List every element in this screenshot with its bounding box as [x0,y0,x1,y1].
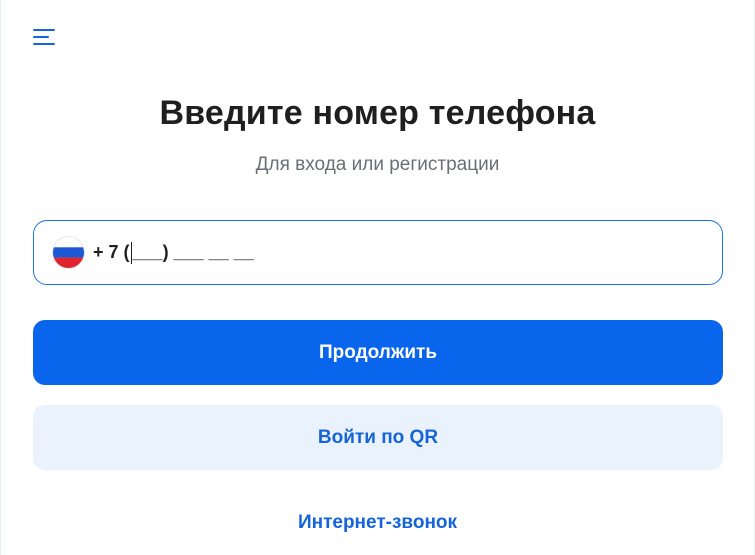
phone-mask-placeholder: ___) ___ __ __ [132,242,254,262]
page-title: Введите номер телефона [159,94,596,132]
internet-call-link[interactable]: Интернет-звонок [1,512,754,534]
russia-flag-icon[interactable] [53,237,84,268]
page-subtitle: Для входа или регистрации [255,154,500,175]
page-frame: Введите номер телефона Для входа или рег… [0,0,755,555]
country-code: + 7 [93,242,119,262]
phone-input[interactable]: + 7 ( ___) ___ __ __ [33,220,723,285]
hamburger-menu-icon [33,29,55,45]
text-cursor [130,241,132,264]
continue-button[interactable]: Продолжить [33,320,723,385]
phone-mask-paren: ( [118,242,130,262]
qr-login-button[interactable]: Войти по QR [33,405,723,470]
menu-button[interactable] [31,26,59,50]
